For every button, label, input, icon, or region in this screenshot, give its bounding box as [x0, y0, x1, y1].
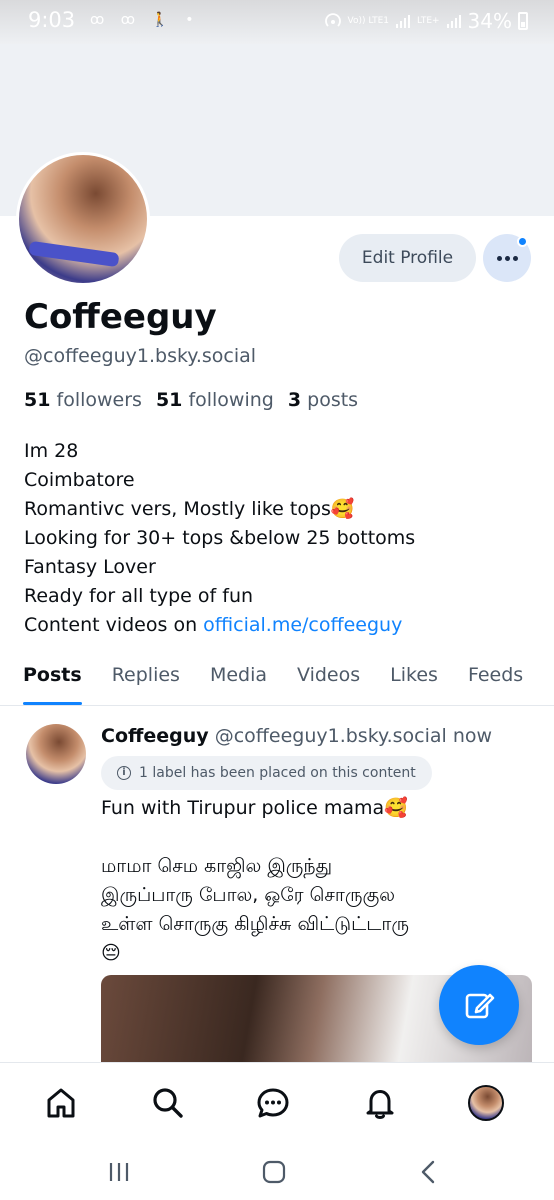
compose-icon [465, 993, 495, 1019]
bio-line: Fantasy Lover [24, 556, 156, 578]
post-time: now [452, 725, 493, 747]
bottom-nav [0, 1062, 554, 1144]
status-notification-icons: ꝏ ꝏ 🚶 • [90, 12, 200, 28]
signal-2-icon [446, 15, 461, 28]
tab-posts[interactable]: Posts [0, 656, 97, 705]
posts-stat: 3 posts [288, 389, 358, 411]
content-label-notice[interactable]: i 1 label has been placed on this conten… [101, 756, 432, 790]
bell-icon [366, 1090, 394, 1119]
network-2-tag: LTE+ [417, 15, 440, 26]
nav-profile[interactable] [466, 1083, 506, 1123]
profile-avatar[interactable] [16, 152, 150, 286]
status-right: Vo)) LTE1 LTE+ 34% [324, 9, 528, 33]
square-home-icon [262, 1160, 286, 1184]
post-handle[interactable]: @coffeeguy1.bsky.social [215, 725, 447, 747]
bio-line: Looking for 30+ tops &below 25 bottoms [24, 527, 416, 549]
recents-icon [109, 1163, 129, 1181]
home-icon [47, 1088, 75, 1118]
post-header: Coffeeguy @coffeeguy1.bsky.social now [101, 725, 492, 747]
recents-button[interactable] [101, 1154, 137, 1190]
battery-icon [518, 12, 528, 30]
tab-feeds[interactable]: Feeds [453, 656, 538, 705]
following-label: following [188, 389, 274, 411]
bio-link-prefix: Content videos on [24, 614, 204, 636]
post-text-line: மாமா செம காஜில இருந்து [101, 855, 333, 877]
post-text-line: Fun with Tirupur police mama🥰 [101, 797, 408, 819]
post-text-line: இருப்பாரு போல, ஒரே சொருகுல [101, 884, 395, 906]
bio-line: Ready for all type of fun [24, 585, 254, 607]
edit-profile-button[interactable]: Edit Profile [339, 234, 476, 282]
profile-handle: @coffeeguy1.bsky.social [24, 345, 257, 367]
posts-count: 3 [287, 389, 302, 411]
followers-label: followers [56, 389, 142, 411]
post-author[interactable]: Coffeeguy [101, 725, 209, 747]
post-avatar[interactable] [26, 724, 86, 784]
followers-stat[interactable]: 51 followers [24, 389, 142, 411]
status-time: 9:03 [28, 8, 76, 32]
compose-button[interactable] [439, 965, 519, 1045]
bio-line: Im 28 [24, 440, 79, 462]
following-count: 51 [155, 389, 183, 411]
tab-videos[interactable]: Videos [282, 656, 375, 705]
status-bar: 9:03 ꝏ ꝏ 🚶 • Vo)) LTE1 LTE+ 34% [0, 0, 554, 44]
label-notice-text: 1 label has been placed on this content [139, 765, 416, 781]
post-text-line: உள்ள சொருகு கிழிச்சு விட்டுட்டாரு [101, 913, 409, 935]
nav-chat[interactable] [253, 1083, 293, 1123]
hotspot-icon [324, 13, 341, 27]
back-chevron-icon [421, 1160, 435, 1184]
display-name: Coffeeguy [24, 297, 217, 337]
nav-home[interactable] [41, 1083, 81, 1123]
post-text-line: 😔 [101, 942, 121, 964]
post-text: Fun with Tirupur police mama🥰 மாமா செம க… [101, 794, 521, 968]
tab-likes[interactable]: Likes [375, 656, 453, 705]
info-icon: i [117, 766, 131, 780]
profile-bio: Im 28 Coimbatore Romantivc vers, Mostly … [24, 437, 544, 640]
tab-media[interactable]: Media [195, 656, 282, 705]
chat-icon [257, 1088, 289, 1118]
nav-search[interactable] [148, 1083, 188, 1123]
bio-link[interactable]: official.me/coffeeguy [203, 614, 402, 636]
search-icon [153, 1088, 183, 1118]
signal-1-icon [396, 15, 411, 28]
tab-replies[interactable]: Replies [97, 656, 195, 705]
bio-link-line: Content videos on official.me/coffeeguy [24, 611, 544, 640]
notification-dot [517, 236, 528, 247]
posts-label: posts [307, 389, 359, 411]
bio-line: Romantivc vers, Mostly like tops🥰 [24, 498, 355, 520]
profile-avatar [468, 1085, 504, 1121]
battery-percent: 34% [467, 9, 512, 33]
profile-stats: 51 followers 51 following 3 posts [24, 389, 358, 411]
system-nav-bar [0, 1144, 554, 1200]
bio-line: Coimbatore [24, 469, 135, 491]
followers-count: 51 [24, 389, 51, 411]
profile-tabs: Posts Replies Media Videos Likes Feeds [0, 656, 554, 706]
back-button[interactable] [411, 1154, 447, 1190]
home-system-button[interactable] [256, 1154, 292, 1190]
nav-notifications[interactable] [360, 1083, 400, 1123]
following-stat[interactable]: 51 following [156, 389, 274, 411]
more-horizontal-icon [496, 255, 518, 261]
network-1-label: Vo)) LTE1 [347, 15, 390, 26]
